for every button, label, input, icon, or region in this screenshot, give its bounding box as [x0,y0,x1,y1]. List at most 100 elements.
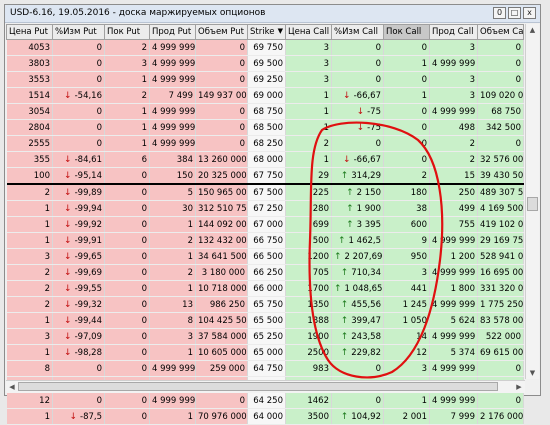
put-change-cell[interactable]: ↓ -98,28 [52,344,105,361]
call-ask-cell[interactable]: 3 [429,71,478,88]
table-row[interactable]: 3803 0 3 4 999 999 0 69 500 3 0 1 4 999 999 0 [6,55,524,72]
call-volume-cell[interactable]: 1 775 250 [477,296,524,313]
put-price-cell[interactable]: 100 [6,167,53,185]
put-ask-cell[interactable]: 4 999 999 [149,55,196,72]
call-bid-cell[interactable]: 9 [383,232,430,249]
put-price-cell[interactable]: 1 [6,408,53,425]
put-bid-cell[interactable]: 0 [104,296,150,313]
table-row[interactable]: 1 ↓ -98,28 0 1 10 605 000 65 000 2500 ↑ 229,82 12 5… [6,344,524,361]
call-change-cell[interactable]: 0 [331,360,384,377]
strike-cell[interactable]: 67 000 [247,216,286,233]
call-change-cell[interactable]: ↑ 1 462,5 [331,232,384,249]
strike-cell[interactable]: 69 500 [247,55,286,72]
call-bid-cell[interactable]: 2 001 [383,408,430,425]
call-ask-cell[interactable]: 4 999 999 [429,55,478,72]
table-row[interactable]: 355 ↓ -84,61 6 384 13 260 000 68 000 1 ↓ -66,67 0 2… [6,151,524,168]
put-change-cell[interactable]: ↓ -99,69 [52,264,105,281]
put-ask-cell[interactable]: 8 [149,312,196,329]
call-change-cell[interactable]: ↑ 3 395 [331,216,384,233]
call-change-cell[interactable]: 0 [331,392,384,409]
put-change-cell[interactable]: 0 [52,71,105,88]
put-volume-cell[interactable]: 150 965 000 [195,184,248,201]
put-bid-cell[interactable]: 0 [104,280,150,297]
table-row[interactable]: 1 ↓ -99,92 0 1 144 092 000 67 000 699 ↑ 3 395 600 7… [6,216,524,233]
put-change-cell[interactable]: ↓ -99,65 [52,248,105,265]
horizontal-scrollbar[interactable]: ◀ ▶ [6,380,525,393]
call-bid-cell[interactable]: 2 [383,167,430,185]
put-change-cell[interactable]: 0 [52,392,105,409]
put-change-cell[interactable]: ↓ -99,89 [52,184,105,201]
put-volume-cell[interactable]: 104 425 500 [195,312,248,329]
call-volume-cell[interactable]: 331 320 000 [477,280,524,297]
col-put-change[interactable]: %Изм Put [52,24,105,40]
call-ask-cell[interactable]: 1 800 [429,280,478,297]
call-ask-cell[interactable]: 2 [429,135,478,152]
call-change-cell[interactable]: ↑ 2 150 [331,184,384,201]
put-change-cell[interactable]: ↓ -99,91 [52,232,105,249]
strike-cell[interactable]: 64 000 [247,408,286,425]
call-volume-cell[interactable]: 39 430 500 [477,167,524,185]
put-change-cell[interactable]: 0 [52,360,105,377]
call-price-cell[interactable]: 1888 [285,312,332,329]
put-price-cell[interactable]: 2555 [6,135,53,152]
put-volume-cell[interactable]: 10 605 000 [195,344,248,361]
call-bid-cell[interactable]: 14 [383,328,430,345]
strike-cell[interactable]: 66 500 [247,248,286,265]
table-row[interactable]: 2 ↓ -99,32 0 13 986 250 65 750 1350 ↑ 455,56 1 245… [6,296,524,313]
horizontal-scroll-thumb[interactable] [18,382,498,391]
put-change-cell[interactable]: ↓ -54,16 [52,87,105,104]
col-strike[interactable]: Strike ▼ [247,24,286,40]
table-row[interactable]: 1 ↓ -99,44 0 8 104 425 500 65 500 1888 ↑ 399,47 1 … [6,312,524,329]
strike-cell[interactable]: 65 000 [247,344,286,361]
call-change-cell[interactable]: ↑ 243,58 [331,328,384,345]
call-bid-cell[interactable]: 0 [383,71,430,88]
put-volume-cell[interactable]: 0 [195,135,248,152]
put-bid-cell[interactable]: 6 [104,151,150,168]
call-volume-cell[interactable]: 0 [477,360,524,377]
call-volume-cell[interactable]: 68 750 [477,103,524,120]
put-bid-cell[interactable]: 3 [104,55,150,72]
call-ask-cell[interactable]: 4 999 999 [429,296,478,313]
call-volume-cell[interactable]: 0 [477,392,524,409]
table-row[interactable]: 2555 0 1 4 999 999 0 68 250 2 0 0 2 0 [6,135,524,152]
call-change-cell[interactable]: ↑ 710,34 [331,264,384,281]
call-volume-cell[interactable]: 0 [477,135,524,152]
strike-cell[interactable]: 64 250 [247,392,286,409]
call-ask-cell[interactable]: 5 374 [429,344,478,361]
put-volume-cell[interactable]: 20 325 000 [195,167,248,185]
call-volume-cell[interactable]: 109 020 000 [477,87,524,104]
put-ask-cell[interactable]: 4 999 999 [149,103,196,120]
call-bid-cell[interactable]: 600 [383,216,430,233]
call-price-cell[interactable]: 2 [285,135,332,152]
call-volume-cell[interactable]: 2 176 000 [477,408,524,425]
call-bid-cell[interactable]: 1 [383,87,430,104]
call-change-cell[interactable]: ↓ -66,67 [331,87,384,104]
call-ask-cell[interactable]: 3 [429,87,478,104]
call-ask-cell[interactable]: 4 999 999 [429,232,478,249]
table-row[interactable]: 1 ↓ -99,94 0 30 312 510 750 67 250 280 ↑ 1 900 38 4… [6,200,524,217]
call-volume-cell[interactable]: 16 695 000 [477,264,524,281]
call-price-cell[interactable]: 983 [285,360,332,377]
put-ask-cell[interactable]: 4 999 999 [149,392,196,409]
call-ask-cell[interactable]: 4 999 999 [429,103,478,120]
table-row[interactable]: 8 0 0 4 999 999 259 000 64 750 983 0 3 4 999 999 0 [6,360,524,377]
put-change-cell[interactable]: ↓ -95,14 [52,167,105,185]
put-ask-cell[interactable]: 1 [149,216,196,233]
call-volume-cell[interactable]: 4 169 500 [477,200,524,217]
put-change-cell[interactable]: ↓ -99,32 [52,296,105,313]
vertical-scrollbar[interactable]: ▲ ▼ [525,24,539,379]
call-price-cell[interactable]: 699 [285,216,332,233]
put-change-cell[interactable]: 0 [52,39,105,56]
call-change-cell[interactable]: ↓ -75 [331,119,384,136]
strike-cell[interactable]: 68 500 [247,119,286,136]
call-price-cell[interactable]: 225 [285,184,332,201]
call-bid-cell[interactable]: 3 [383,360,430,377]
put-ask-cell[interactable]: 1 [149,280,196,297]
put-price-cell[interactable]: 2 [6,280,53,297]
call-price-cell[interactable]: 1 [285,103,332,120]
put-change-cell[interactable]: ↓ -99,55 [52,280,105,297]
put-price-cell[interactable]: 8 [6,360,53,377]
call-ask-cell[interactable]: 4 999 999 [429,328,478,345]
put-volume-cell[interactable]: 10 718 000 [195,280,248,297]
call-change-cell[interactable]: ↑ 399,47 [331,312,384,329]
